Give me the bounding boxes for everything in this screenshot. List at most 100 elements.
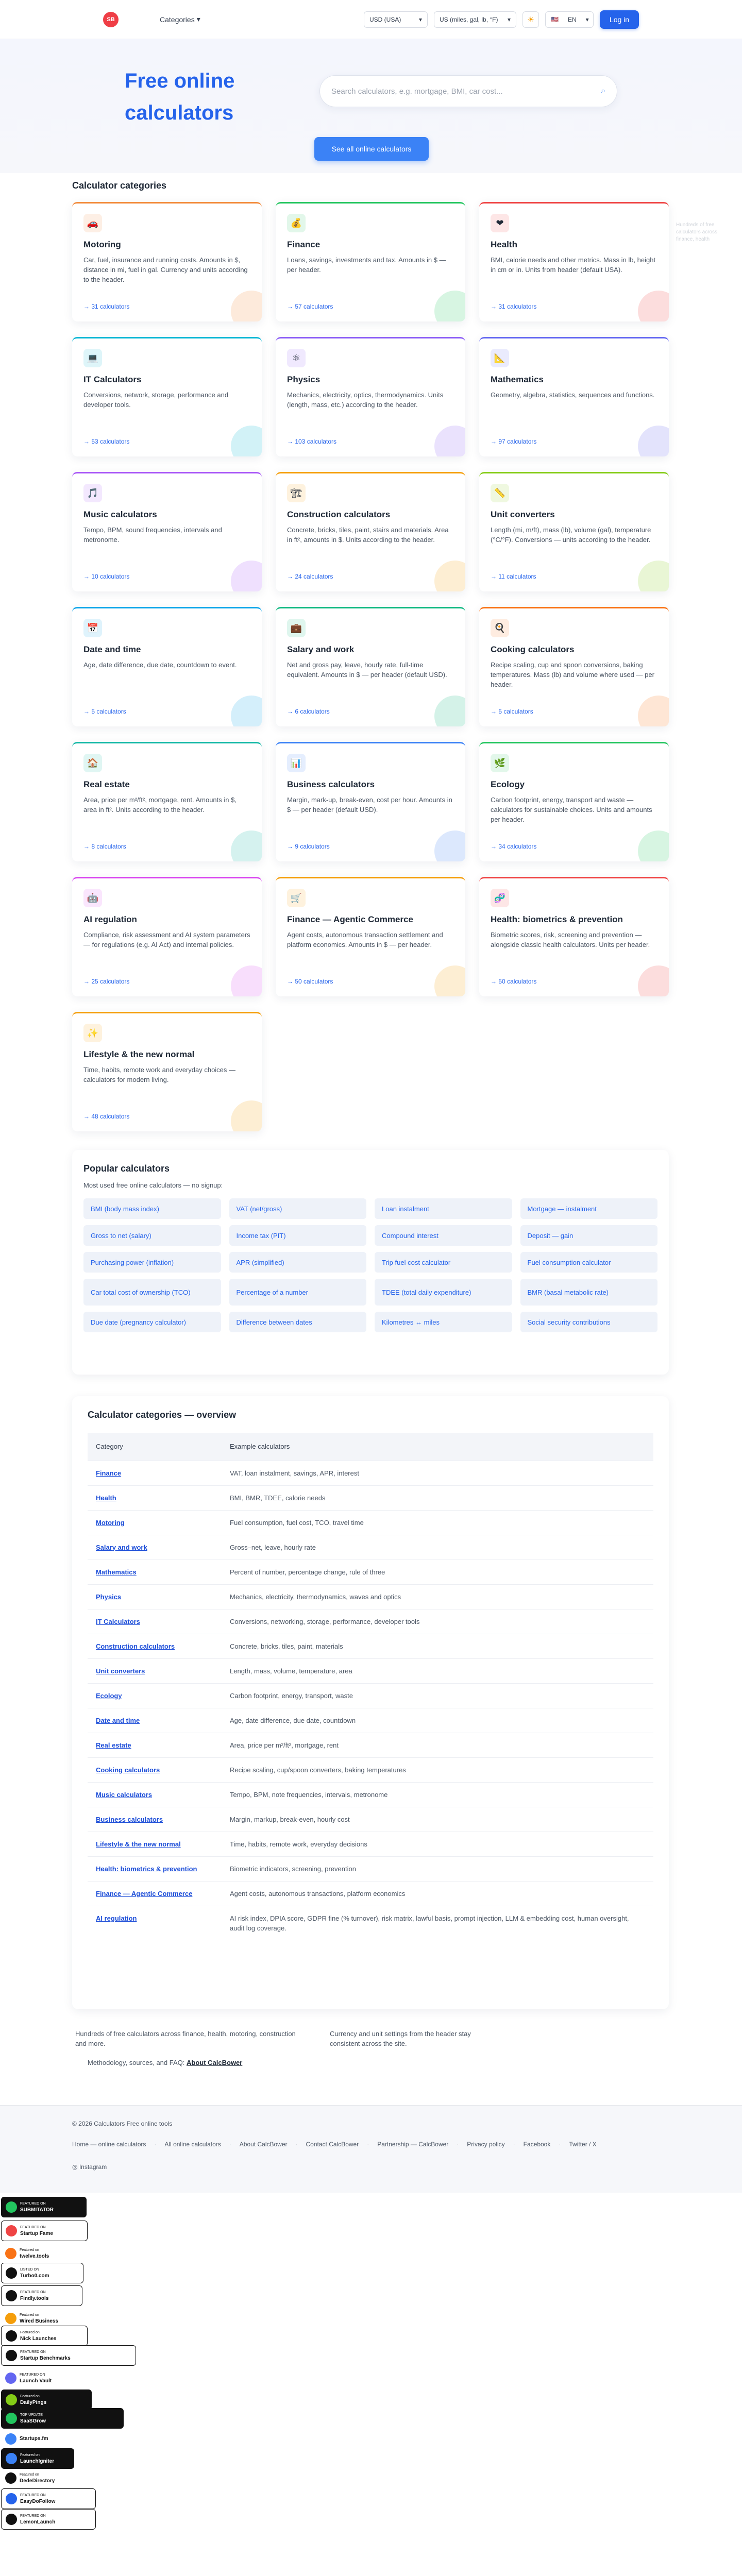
category-link[interactable]: Motoring (96, 1519, 125, 1527)
footer-link[interactable]: Privacy policy (467, 2141, 504, 2148)
featured-badge[interactable]: FEATURED ON Startup Benchmarks (1, 2345, 136, 2366)
featured-badge[interactable]: FEATURED ON SUBMITATOR (1, 2197, 87, 2217)
popular-calculator-link[interactable]: Trip fuel cost calculator (375, 1252, 512, 1273)
popular-calculator-link[interactable]: Gross to net (salary) (83, 1225, 221, 1246)
category-card[interactable]: ⚛ Physics Mechanics, electricity, optics, … (276, 337, 465, 456)
popular-calculator-link[interactable]: Difference between dates (229, 1312, 366, 1332)
category-link[interactable]: Ecology (96, 1692, 122, 1700)
category-link[interactable]: Business calculators (96, 1816, 163, 1823)
popular-calculator-link[interactable]: Due date (pregnancy calculator) (83, 1312, 221, 1332)
featured-badge[interactable]: TOP UPDATE SaaSGrow (1, 2408, 124, 2429)
category-count[interactable]: → 48 calculators (83, 1113, 129, 1120)
popular-calculator-link[interactable]: Kilometres ↔ miles (375, 1312, 512, 1332)
category-card[interactable]: 💻 IT Calculators Conversions, network, sto… (72, 337, 262, 456)
popular-calculator-link[interactable]: Social security contributions (520, 1312, 657, 1332)
footer-link[interactable]: Contact CalcBower (306, 2141, 359, 2148)
featured-badge[interactable]: Featured on LaunchIgniter (1, 2448, 74, 2469)
popular-calculator-link[interactable]: Compound interest (375, 1225, 512, 1246)
category-link[interactable]: Health (96, 1494, 116, 1502)
category-link[interactable]: Date and time (96, 1717, 140, 1724)
category-card[interactable]: ❤ Health BMI, calorie needs and other metr… (479, 202, 669, 321)
category-count[interactable]: → 5 calculators (83, 708, 126, 715)
instagram-link[interactable]: ◎ Instagram (72, 2163, 107, 2171)
category-link[interactable]: Finance — Agentic Commerce (96, 1890, 192, 1897)
category-count[interactable]: → 24 calculators (287, 573, 333, 580)
popular-calculator-link[interactable]: VAT (net/gross) (229, 1198, 366, 1219)
featured-badge[interactable]: FEATURED ON LemonLaunch (1, 2509, 96, 2530)
popular-calculator-link[interactable]: Percentage of a number (229, 1279, 366, 1306)
category-card[interactable]: 🧬 Health: biometrics & prevention Biometri… (479, 877, 669, 996)
popular-calculator-link[interactable]: Fuel consumption calculator (520, 1252, 657, 1273)
language-select[interactable]: 🇺🇸 EN ▾ (545, 11, 594, 28)
see-all-calculators-button[interactable]: See all online calculators (314, 137, 429, 161)
category-count[interactable]: → 97 calculators (491, 438, 536, 445)
popular-calculator-link[interactable]: Income tax (PIT) (229, 1225, 366, 1246)
footer-link[interactable]: About CalcBower (240, 2141, 288, 2148)
category-card[interactable]: 💼 Salary and work Net and gross pay, leave… (276, 607, 465, 726)
featured-badge[interactable]: Featured on DedeDirectory (1, 2468, 79, 2488)
category-count[interactable]: → 11 calculators (491, 573, 536, 580)
category-link[interactable]: Finance (96, 1469, 121, 1477)
footer-link[interactable]: Partnership — CalcBower (377, 2141, 448, 2148)
footer-link[interactable]: Home — online calculators (72, 2141, 146, 2148)
category-card[interactable]: 🌿 Ecology Carbon footprint, energy, transp… (479, 742, 669, 861)
featured-badge[interactable]: FEATURED ON Launch Vault (1, 2368, 98, 2388)
category-card[interactable]: ✨ Lifestyle & the new normal Time, habits,… (72, 1012, 262, 1131)
category-card[interactable]: 📐 Mathematics Geometry, algebra, statistic… (479, 337, 669, 456)
about-link[interactable]: About CalcBower (187, 2059, 242, 2066)
category-link[interactable]: Health: biometrics & prevention (96, 1865, 197, 1873)
category-count[interactable]: → 8 calculators (83, 843, 126, 850)
category-count[interactable]: → 103 calculators (287, 438, 336, 445)
featured-badge[interactable]: FEATURED ON EasyDoFollow (1, 2488, 96, 2509)
category-link[interactable]: Unit converters (96, 1667, 145, 1675)
currency-select[interactable]: USD (USA) ▾ (364, 11, 428, 28)
featured-badge[interactable]: FEATURED ON Startup Fame (1, 2221, 88, 2241)
category-link[interactable]: Cooking calculators (96, 1766, 160, 1774)
featured-badge[interactable]: LISTED ON Turbo0.com (1, 2263, 83, 2283)
category-link[interactable]: Real estate (96, 1741, 131, 1749)
featured-badge[interactable]: Featured on DailyPings (1, 2389, 92, 2410)
category-card[interactable]: 🛒 Finance — Agentic Commerce Agent costs, … (276, 877, 465, 996)
login-button[interactable]: Log in (600, 10, 639, 29)
category-link[interactable]: Lifestyle & the new normal (96, 1840, 181, 1848)
category-card[interactable]: 🎵 Music calculators Tempo, BPM, sound freq… (72, 472, 262, 591)
category-count[interactable]: → 9 calculators (287, 843, 330, 850)
category-link[interactable]: Physics (96, 1593, 121, 1601)
category-card[interactable]: 🏠 Real estate Area, price per m²/ft², mort… (72, 742, 262, 861)
footer-link[interactable]: Facebook (524, 2141, 551, 2148)
category-link[interactable]: IT Calculators (96, 1618, 140, 1625)
featured-badge[interactable]: FEATURED ON Findly.tools (1, 2285, 82, 2306)
popular-calculator-link[interactable]: BMI (body mass index) (83, 1198, 221, 1219)
featured-badge[interactable]: Featured on Nick Launches (1, 2326, 88, 2346)
search-icon[interactable]: ⌕ (601, 87, 605, 96)
popular-calculator-link[interactable]: Car total cost of ownership (TCO) (83, 1279, 221, 1306)
search-input[interactable]: Search calculators, e.g. mortgage, BMI, … (319, 75, 617, 107)
category-count[interactable]: → 53 calculators (83, 438, 129, 445)
category-count[interactable]: → 57 calculators (287, 303, 333, 310)
category-count[interactable]: → 10 calculators (83, 573, 129, 580)
popular-calculator-link[interactable]: Deposit — gain (520, 1225, 657, 1246)
category-link[interactable]: Construction calculators (96, 1642, 175, 1650)
popular-calculator-link[interactable]: BMR (basal metabolic rate) (520, 1279, 657, 1306)
category-count[interactable]: → 5 calculators (491, 708, 533, 715)
category-card[interactable]: 🚗 Motoring Car, fuel, insurance and runnin… (72, 202, 262, 321)
footer-link[interactable]: All online calculators (164, 2141, 221, 2148)
popular-calculator-link[interactable]: Loan instalment (375, 1198, 512, 1219)
category-link[interactable]: Mathematics (96, 1568, 137, 1576)
category-count[interactable]: → 50 calculators (287, 978, 333, 985)
category-link[interactable]: Music calculators (96, 1791, 152, 1799)
category-card[interactable]: 📊 Business calculators Margin, mark-up, br… (276, 742, 465, 861)
popular-calculator-link[interactable]: Purchasing power (inflation) (83, 1252, 221, 1273)
footer-link[interactable]: Twitter / X (569, 2141, 596, 2148)
category-card[interactable]: 📅 Date and time Age, date difference, due … (72, 607, 262, 726)
featured-badge[interactable]: Featured on twelve.tools (1, 2243, 78, 2264)
popular-calculator-link[interactable]: APR (simplified) (229, 1252, 366, 1273)
category-card[interactable]: 🤖 AI regulation Compliance, risk assessmen… (72, 877, 262, 996)
category-count[interactable]: → 25 calculators (83, 978, 129, 985)
units-select[interactable]: US (miles, gal, lb, °F) ▾ (434, 11, 516, 28)
category-count[interactable]: → 50 calculators (491, 978, 536, 985)
popular-calculator-link[interactable]: Mortgage — instalment (520, 1198, 657, 1219)
category-count[interactable]: → 34 calculators (491, 843, 536, 850)
category-count[interactable]: → 31 calculators (491, 303, 536, 310)
category-count[interactable]: → 6 calculators (287, 708, 330, 715)
